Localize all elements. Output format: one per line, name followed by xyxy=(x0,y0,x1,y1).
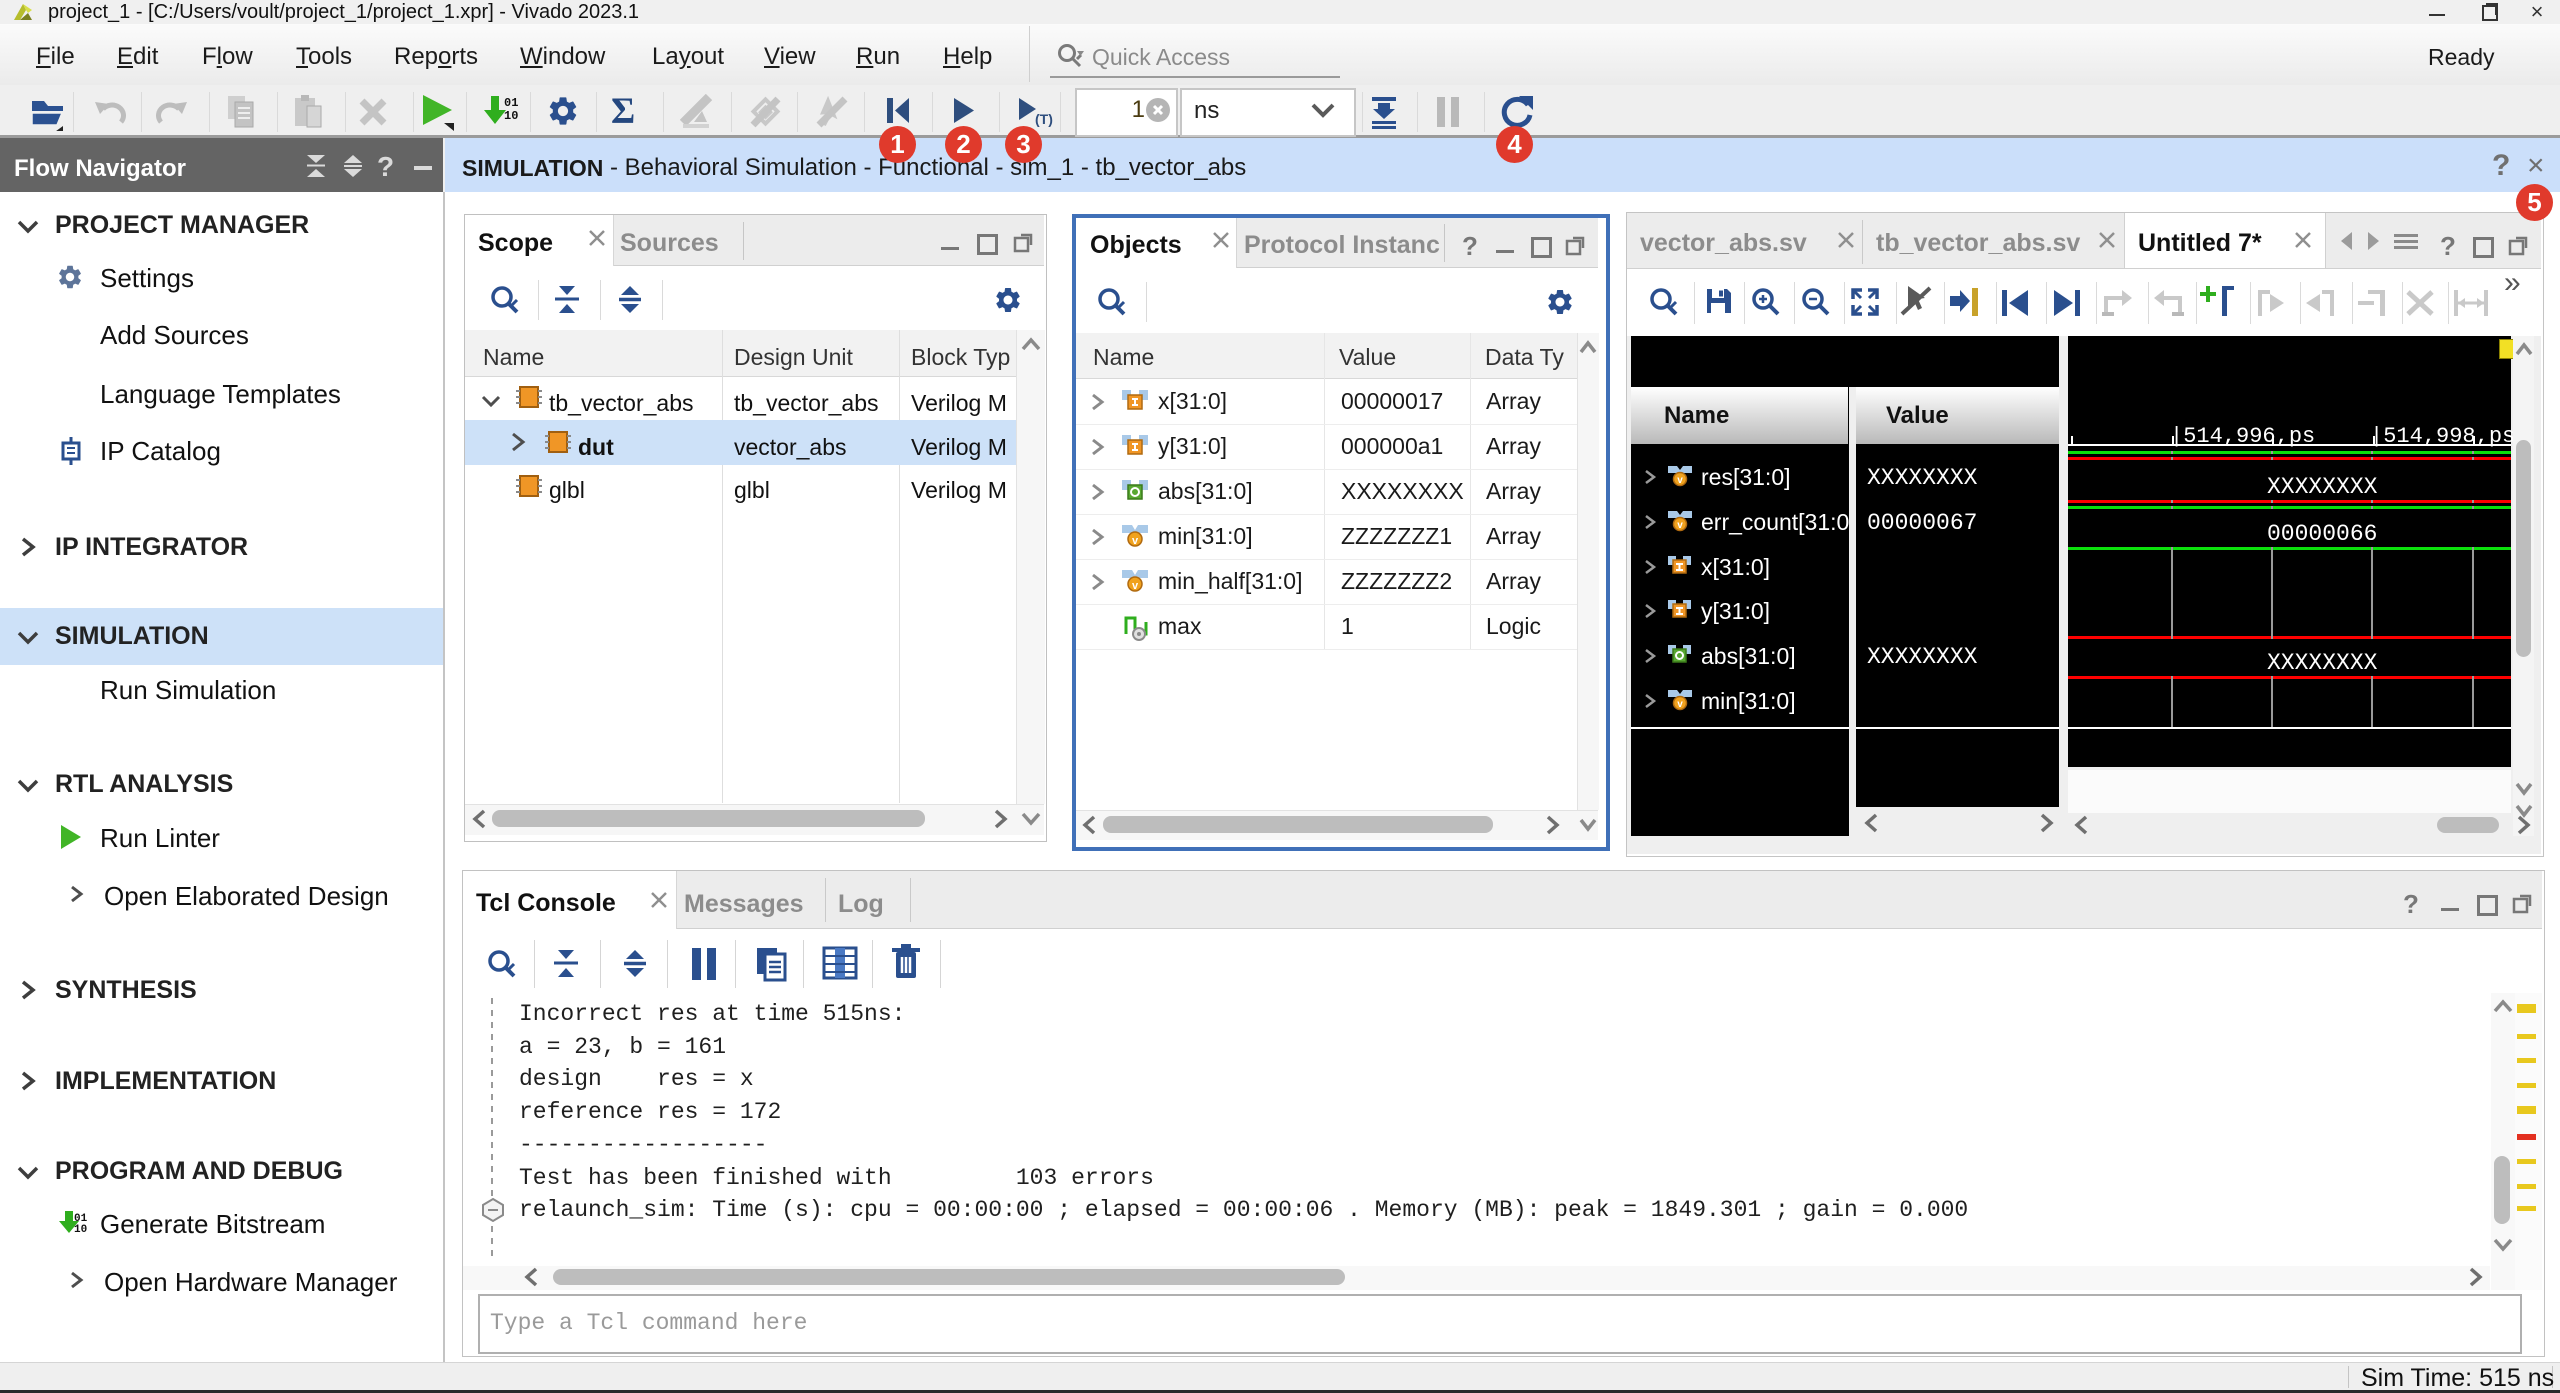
svg-text:01: 01 xyxy=(504,96,518,110)
svg-text:v: v xyxy=(1677,475,1683,486)
svg-text:10: 10 xyxy=(74,1224,87,1236)
svg-text:(T): (T) xyxy=(1035,111,1053,127)
svg-text:v: v xyxy=(1132,535,1139,547)
svg-text:10: 10 xyxy=(504,109,518,123)
svg-text:v: v xyxy=(1132,580,1139,592)
svg-text:v: v xyxy=(1677,699,1683,710)
svg-text:v: v xyxy=(1677,520,1683,531)
